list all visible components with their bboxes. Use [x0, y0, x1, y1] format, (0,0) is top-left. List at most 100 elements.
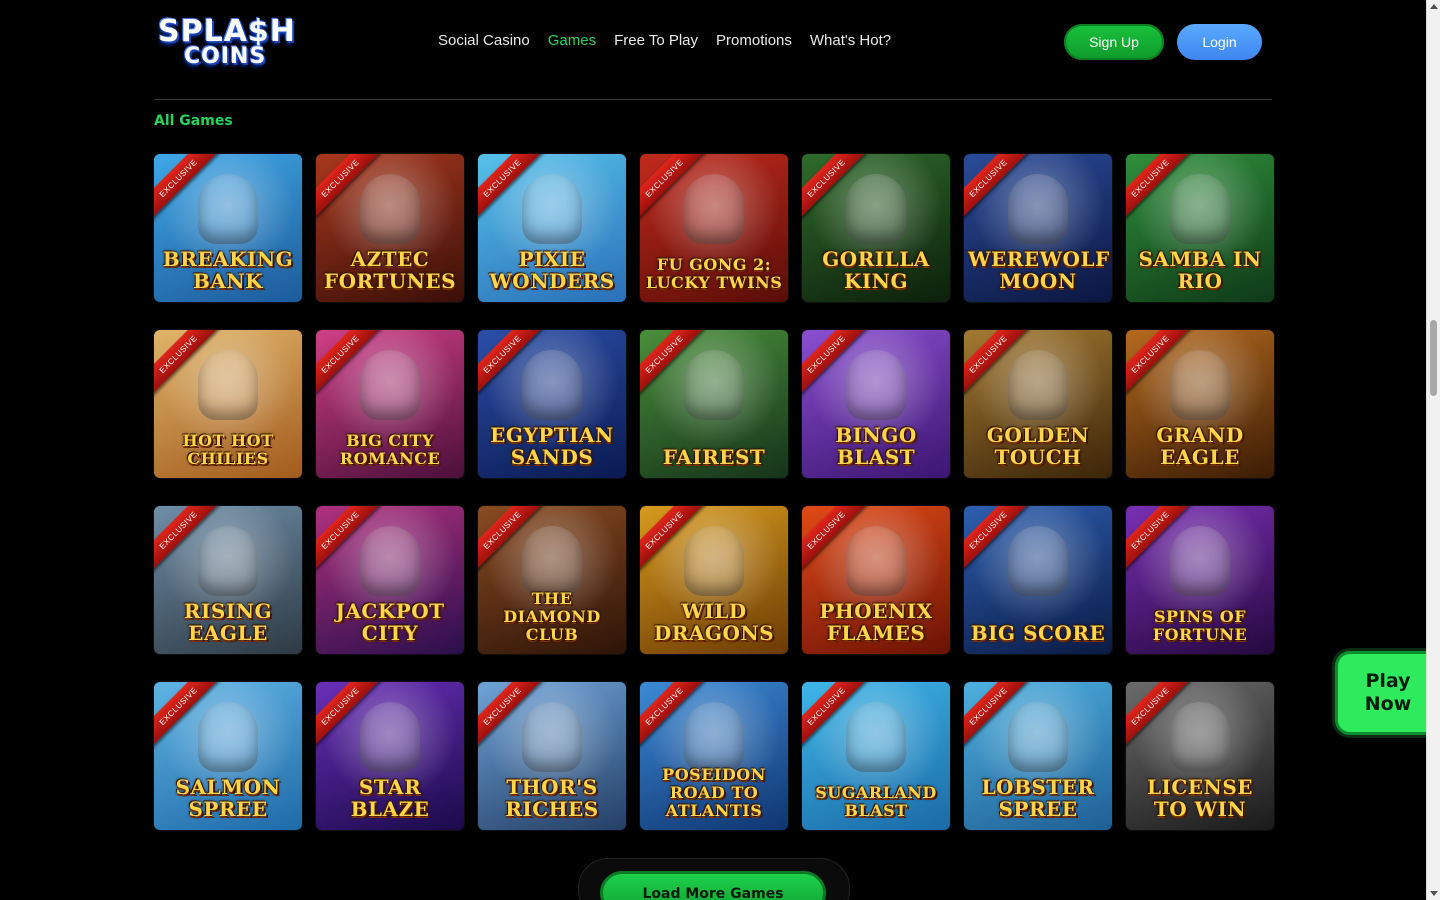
play-now-line-1: Play — [1365, 670, 1411, 692]
game-title: Thor's Riches — [505, 775, 599, 821]
character-art — [846, 526, 906, 596]
load-more-games-button[interactable]: Load More Games — [600, 871, 826, 900]
game-title: Golden Touch — [986, 423, 1090, 469]
game-tile[interactable]: Pixie Wonders EXCLUSIVE — [478, 154, 626, 302]
game-title: Sugarland Blast — [815, 783, 937, 820]
game-title: Big City Romance — [339, 431, 441, 468]
game-tile[interactable]: Phoenix Flames EXCLUSIVE — [802, 506, 950, 654]
play-now-line-2: Now — [1364, 693, 1412, 715]
game-tile[interactable]: Thor's Riches EXCLUSIVE — [478, 682, 626, 830]
nav-promotions[interactable]: Promotions — [716, 30, 792, 52]
character-art — [1170, 350, 1230, 420]
character-art — [1008, 174, 1068, 244]
game-tile[interactable]: Sugarland Blast EXCLUSIVE — [802, 682, 950, 830]
game-title: The Diamond Club — [503, 589, 601, 644]
character-art — [360, 174, 420, 244]
game-title: Bingo Blast — [835, 423, 917, 469]
character-art — [684, 702, 744, 772]
game-tile[interactable]: Hot Hot Chilies EXCLUSIVE — [154, 330, 302, 478]
game-title: Grand Eagle — [1156, 423, 1244, 469]
section-title: All Games — [154, 113, 233, 129]
character-art — [360, 702, 420, 772]
game-title: Big Score — [970, 621, 1106, 645]
game-tile[interactable]: Aztec Fortunes EXCLUSIVE — [316, 154, 464, 302]
character-art — [198, 702, 258, 772]
game-title: Egyptian Sands — [490, 423, 614, 469]
game-title: Aztec Fortunes — [323, 247, 457, 293]
game-tile[interactable]: Grand Eagle EXCLUSIVE — [1126, 330, 1274, 478]
nav-free-to-play[interactable]: Free To Play — [614, 30, 698, 52]
nav-whats-hot[interactable]: What's Hot? — [810, 30, 891, 52]
game-tile[interactable]: Golden Touch EXCLUSIVE — [964, 330, 1112, 478]
game-title: Breaking Bank — [162, 247, 294, 293]
game-title: Hot Hot Chilies — [182, 431, 274, 468]
game-title: Rising Eagle — [183, 599, 273, 645]
character-art — [522, 350, 582, 420]
game-title: Spins of Fortune — [1152, 607, 1248, 644]
nav-social-casino[interactable]: Social Casino — [438, 30, 530, 52]
game-tile[interactable]: Werewolf Moon EXCLUSIVE — [964, 154, 1112, 302]
game-title: Pixie Wonders — [489, 247, 615, 293]
game-title: Samba in Rio — [1138, 247, 1262, 293]
game-tile[interactable]: Lobster Spree EXCLUSIVE — [964, 682, 1112, 830]
character-art — [1170, 174, 1230, 244]
game-title: Werewolf Moon — [968, 247, 1110, 293]
character-art — [198, 526, 258, 596]
game-tile[interactable]: License to Win EXCLUSIVE — [1126, 682, 1274, 830]
character-art — [522, 174, 582, 244]
game-tile[interactable]: Jackpot City EXCLUSIVE — [316, 506, 464, 654]
game-tile[interactable]: Star Blaze EXCLUSIVE — [316, 682, 464, 830]
game-title: Fu Gong 2: Lucky Twins — [645, 255, 783, 292]
game-tile[interactable]: Wild Dragons EXCLUSIVE — [640, 506, 788, 654]
game-title: Jackpot City — [335, 599, 445, 645]
game-title: Poseidon Road to Atlantis — [662, 765, 766, 820]
character-art — [684, 526, 744, 596]
scroll-down-arrow-icon[interactable] — [1430, 891, 1438, 896]
page-viewport: SPLA$H COINS Social Casino Games Free To… — [0, 0, 1426, 900]
game-title: Wild Dragons — [653, 599, 775, 645]
vertical-scrollbar[interactable] — [1426, 0, 1440, 900]
character-art — [522, 526, 582, 596]
game-tile[interactable]: Samba in Rio EXCLUSIVE — [1126, 154, 1274, 302]
game-tile[interactable]: Egyptian Sands EXCLUSIVE — [478, 330, 626, 478]
scrollbar-thumb[interactable] — [1430, 320, 1437, 396]
character-art — [1170, 702, 1230, 772]
game-title: Lobster Spree — [981, 775, 1095, 821]
nav-games[interactable]: Games — [548, 30, 596, 52]
character-art — [1008, 350, 1068, 420]
character-art — [846, 350, 906, 420]
game-tile[interactable]: Breaking Bank EXCLUSIVE — [154, 154, 302, 302]
game-tile[interactable]: The Diamond Club EXCLUSIVE — [478, 506, 626, 654]
character-art — [360, 350, 420, 420]
game-tile[interactable]: Salmon Spree EXCLUSIVE — [154, 682, 302, 830]
character-art — [522, 702, 582, 772]
game-tile[interactable]: Fairest EXCLUSIVE — [640, 330, 788, 478]
character-art — [1008, 526, 1068, 596]
character-art — [846, 702, 906, 772]
game-tile[interactable]: Rising Eagle EXCLUSIVE — [154, 506, 302, 654]
game-tile[interactable]: Gorilla King EXCLUSIVE — [802, 154, 950, 302]
character-art — [1170, 526, 1230, 596]
character-art — [846, 174, 906, 244]
game-title: Phoenix Flames — [819, 599, 933, 645]
character-art — [684, 350, 744, 420]
character-art — [198, 350, 258, 420]
game-tile[interactable]: Fu Gong 2: Lucky Twins EXCLUSIVE — [640, 154, 788, 302]
logo-line-2: COINS — [184, 44, 267, 69]
game-tile[interactable]: Spins of Fortune EXCLUSIVE — [1126, 506, 1274, 654]
login-button[interactable]: Login — [1177, 24, 1262, 60]
game-tile[interactable]: Poseidon Road to Atlantis EXCLUSIVE — [640, 682, 788, 830]
sign-up-button[interactable]: Sign Up — [1064, 24, 1164, 60]
game-title: License to Win — [1146, 775, 1254, 821]
game-title: Salmon Spree — [175, 775, 281, 821]
scroll-up-arrow-icon[interactable] — [1430, 4, 1438, 9]
game-tile[interactable]: Big Score EXCLUSIVE — [964, 506, 1112, 654]
game-title: Fairest — [662, 445, 766, 469]
splash-coins-logo[interactable]: SPLA$H COINS — [158, 14, 295, 70]
play-now-button[interactable]: Play Now — [1338, 654, 1438, 732]
character-art — [1008, 702, 1068, 772]
character-art — [360, 526, 420, 596]
game-tile[interactable]: Bingo Blast EXCLUSIVE — [802, 330, 950, 478]
game-tile[interactable]: Big City Romance EXCLUSIVE — [316, 330, 464, 478]
main-nav: Social Casino Games Free To Play Promoti… — [438, 30, 891, 52]
